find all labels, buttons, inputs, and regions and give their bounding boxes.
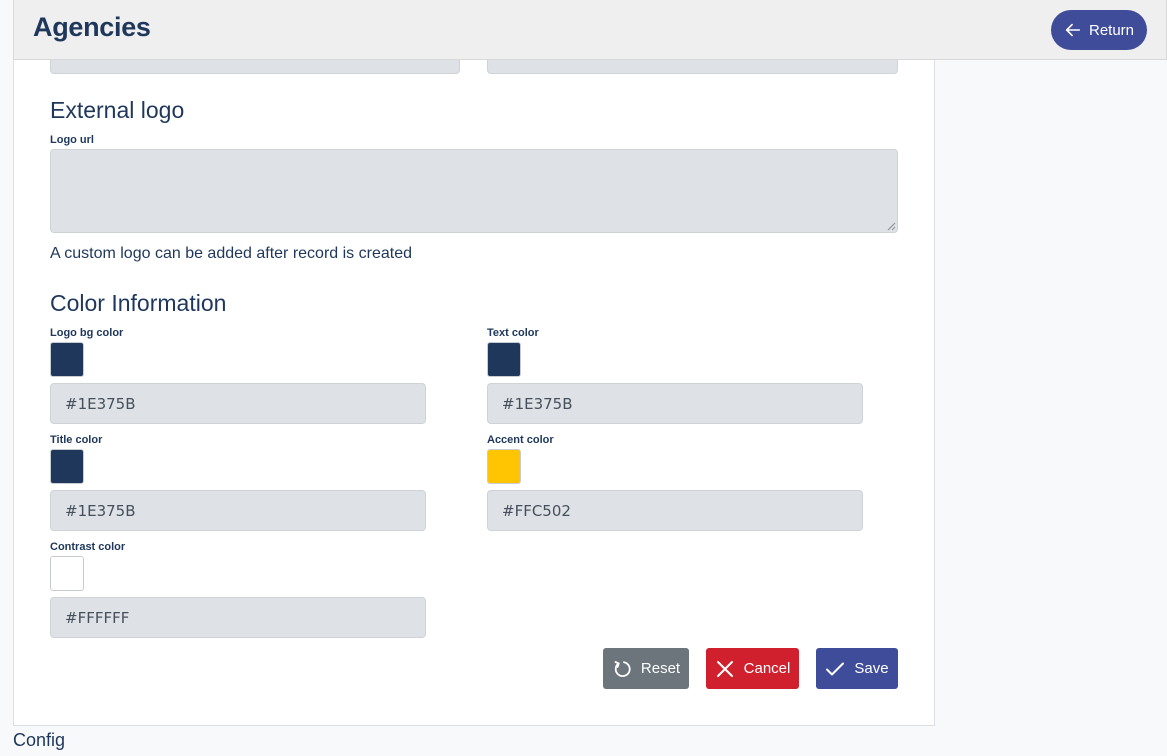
page-header: Agencies Return — [13, 0, 1167, 60]
logo-help-text: A custom logo can be added after record … — [50, 245, 412, 262]
accent-color-label: Accent color — [487, 434, 554, 446]
logo-url-label: Logo url — [50, 134, 94, 146]
save-button[interactable]: Save — [816, 648, 898, 689]
color-info-heading: Color Information — [50, 290, 227, 316]
contrast-color-input[interactable]: #FFFFFF — [50, 597, 426, 638]
contrast-color-swatch[interactable] — [50, 556, 84, 591]
close-icon — [716, 660, 733, 677]
accent-color-swatch[interactable] — [487, 449, 521, 484]
footer-config-text: Config — [13, 730, 66, 750]
title-color-swatch[interactable] — [50, 449, 84, 484]
logo-bg-color-swatch[interactable] — [50, 342, 84, 377]
reset-button[interactable]: Reset — [603, 648, 689, 689]
text-color-label: Text color — [487, 327, 539, 339]
reset-button-label: Reset — [640, 660, 681, 677]
logo-bg-color-input[interactable]: #1E375B — [50, 383, 426, 424]
text-color-input[interactable]: #1E375B — [487, 383, 863, 424]
logo-bg-color-label: Logo bg color — [50, 327, 124, 339]
return-button[interactable]: Return — [1051, 10, 1147, 50]
resize-handle-icon[interactable] — [887, 222, 896, 231]
text-color-swatch[interactable] — [487, 342, 521, 377]
arrow-left-icon — [1065, 23, 1081, 37]
save-button-label: Save — [854, 660, 889, 677]
external-logo-heading: External logo — [50, 97, 185, 123]
scrolled-field-left[interactable] — [50, 60, 460, 74]
logo-url-input[interactable] — [50, 149, 898, 233]
title-color-input[interactable]: #1E375B — [50, 490, 426, 531]
title-color-label: Title color — [50, 434, 103, 446]
page-title: Agencies — [33, 12, 151, 42]
return-button-label: Return — [1088, 21, 1135, 39]
refresh-icon — [614, 660, 631, 677]
check-icon — [826, 662, 845, 675]
accent-color-input[interactable]: #FFC502 — [487, 490, 863, 531]
cancel-button[interactable]: Cancel — [706, 648, 799, 689]
scrolled-field-right[interactable] — [487, 60, 898, 74]
contrast-color-label: Contrast color — [50, 541, 126, 553]
cancel-button-label: Cancel — [743, 660, 791, 677]
